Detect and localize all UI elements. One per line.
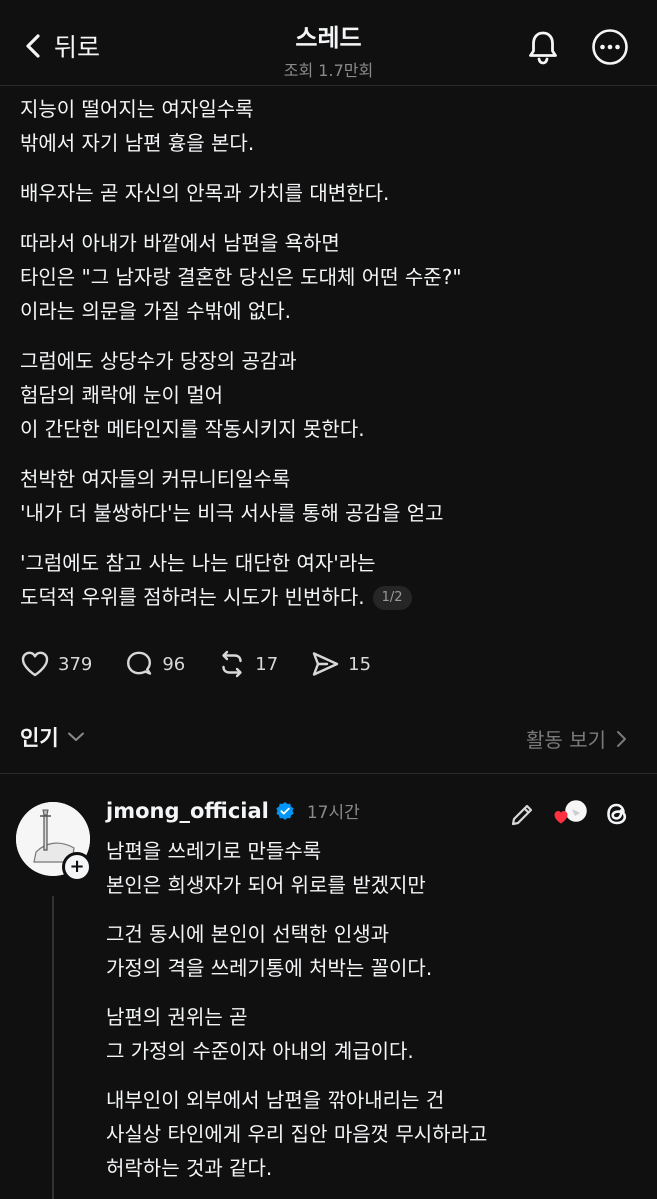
reply-line: 사실상 타인에게 우리 집안 마음껏 무시하라고: [106, 1122, 488, 1146]
threads-logo-icon[interactable]: [601, 798, 633, 830]
reply-line: 남편을 쓰레기로 만들수록: [106, 839, 322, 863]
page-indicator-badge: 1/2: [372, 586, 412, 610]
post-body: 지능이 떨어지는 여자일수록 밖에서 자기 남편 흉을 본다. 배우자는 곧 자…: [20, 92, 630, 630]
post-line: 밖에서 자기 남편 흉을 본다.: [20, 131, 255, 155]
reply-line: 내부인이 외부에서 남편을 깎아내리는 건: [106, 1088, 445, 1112]
bell-icon[interactable]: [524, 28, 562, 66]
like-button[interactable]: 379: [20, 649, 92, 679]
post-line: 타인은 "그 남자랑 결혼한 당신은 도대체 어떤 수준?": [20, 265, 462, 289]
more-icon[interactable]: [591, 28, 629, 66]
reply-paragraph: 남편의 권위는 곧 그 가정의 수준이자 아내의 계급이다.: [106, 1000, 636, 1068]
share-count: 15: [348, 653, 372, 675]
post-paragraph: 따라서 아내가 바깥에서 남편을 욕하면 타인은 "그 남자랑 결혼한 당신은 …: [20, 226, 630, 328]
sort-dropdown[interactable]: 인기: [20, 722, 85, 752]
sort-label: 인기: [20, 726, 59, 750]
reply-paragraph: 내부인이 외부에서 남편을 깎아내리는 건 사실상 타인에게 우리 집안 마음껏…: [106, 1083, 636, 1185]
post-line: 이라는 의문을 가질 수밖에 없다.: [20, 299, 291, 323]
post-line: 도덕적 우위를 점하려는 시도가 빈번하다.: [20, 585, 365, 609]
reply-paragraph: 남편을 쓰레기로 만들수록 본인은 희생자가 되어 위로를 받겠지만: [106, 834, 636, 902]
post-line: 험담의 쾌락에 눈이 멀어: [20, 383, 224, 407]
reply-time: 17시간: [306, 803, 360, 823]
comment-icon: [127, 651, 152, 675]
replies-sort-bar: 인기 활동 보기: [0, 718, 657, 774]
follow-plus-button[interactable]: +: [62, 852, 92, 882]
reply-username[interactable]: jmong_official: [106, 799, 269, 823]
reply-line: 그 가정의 수준이자 아내의 계급이다.: [106, 1039, 414, 1063]
post-line: 배우자는 곧 자신의 안목과 가치를 대변한다.: [20, 181, 390, 205]
post-line: '내가 더 불쌍하다'는 비극 서사를 통해 공감을 얻고: [20, 501, 444, 525]
post-paragraph: 그럼에도 상당수가 당장의 공감과 험담의 쾌락에 눈이 멀어 이 간단한 메타…: [20, 344, 630, 446]
reply-line: 본인은 희생자가 되어 위로를 받겠지만: [106, 873, 426, 897]
repost-icon: [222, 650, 242, 678]
activity-link[interactable]: 활동 보기: [526, 724, 627, 753]
reply-line: 허락하는 것과 같다.: [106, 1156, 273, 1180]
share-button[interactable]: 15: [310, 649, 371, 679]
reply-paragraph: 그건 동시에 본인이 선택한 인생과 가정의 격을 쓰레기통에 처박는 꼴이다.: [106, 917, 636, 985]
post-paragraph: 배우자는 곧 자신의 안목과 가치를 대변한다.: [20, 176, 630, 210]
comment-button[interactable]: 96: [124, 649, 185, 679]
comment-count: 96: [162, 653, 186, 675]
action-bar: 379 96 17 15: [20, 646, 403, 682]
reply-header: jmong_official 17시간: [106, 798, 360, 824]
post-line: '그럼에도 참고 사는 나는 대단한 여자'라는: [20, 551, 376, 575]
repost-count: 17: [255, 653, 279, 675]
post-paragraph: 천박한 여자들의 커뮤니티일수록 '내가 더 불쌍하다'는 비극 서사를 통해 …: [20, 462, 630, 530]
post-paragraph: '그럼에도 참고 사는 나는 대단한 여자'라는 도덕적 우위를 점하려는 시도…: [20, 546, 630, 614]
activity-label: 활동 보기: [526, 728, 606, 752]
post-line: 그럼에도 상당수가 당장의 공감과: [20, 349, 297, 373]
pencil-icon[interactable]: [507, 800, 537, 830]
heart-icon: [21, 651, 49, 677]
top-bar: 뒤로 스레드 조회 1.7만회: [0, 0, 657, 86]
post-paragraph: 지능이 떨어지는 여자일수록 밖에서 자기 남편 흉을 본다.: [20, 92, 630, 160]
verified-badge-icon: [276, 801, 294, 820]
post-line: 천박한 여자들의 커뮤니티일수록: [20, 467, 291, 491]
post-line: 지능이 떨어지는 여자일수록: [20, 97, 254, 121]
reply-line: 가정의 격을 쓰레기통에 처박는 꼴이다.: [106, 956, 433, 980]
post-line: 이 간단한 메타인지를 작동시키지 못한다.: [20, 417, 365, 441]
plus-icon: +: [69, 856, 85, 877]
post-line: 따라서 아내가 바깥에서 남편을 욕하면: [20, 231, 340, 255]
repost-button[interactable]: 17: [217, 649, 278, 679]
reply-body: 남편을 쓰레기로 만들수록 본인은 희생자가 되어 위로를 받겠지만 그건 동시…: [106, 834, 636, 1199]
send-icon: [312, 652, 339, 676]
chevron-down-icon: [67, 732, 84, 741]
reply-line: 그건 동시에 본인이 선택한 인생과: [106, 922, 390, 946]
chevron-right-icon: [617, 730, 626, 747]
thread-line: [52, 896, 54, 1199]
reply-line: 남편의 권위는 곧: [106, 1005, 248, 1029]
reply-item: + jmong_official 17시간 남편을 쓰레기로 만들수록 본인은 …: [0, 780, 657, 1199]
like-count: 379: [58, 653, 93, 675]
liked-by-author-icon[interactable]: [553, 798, 589, 828]
